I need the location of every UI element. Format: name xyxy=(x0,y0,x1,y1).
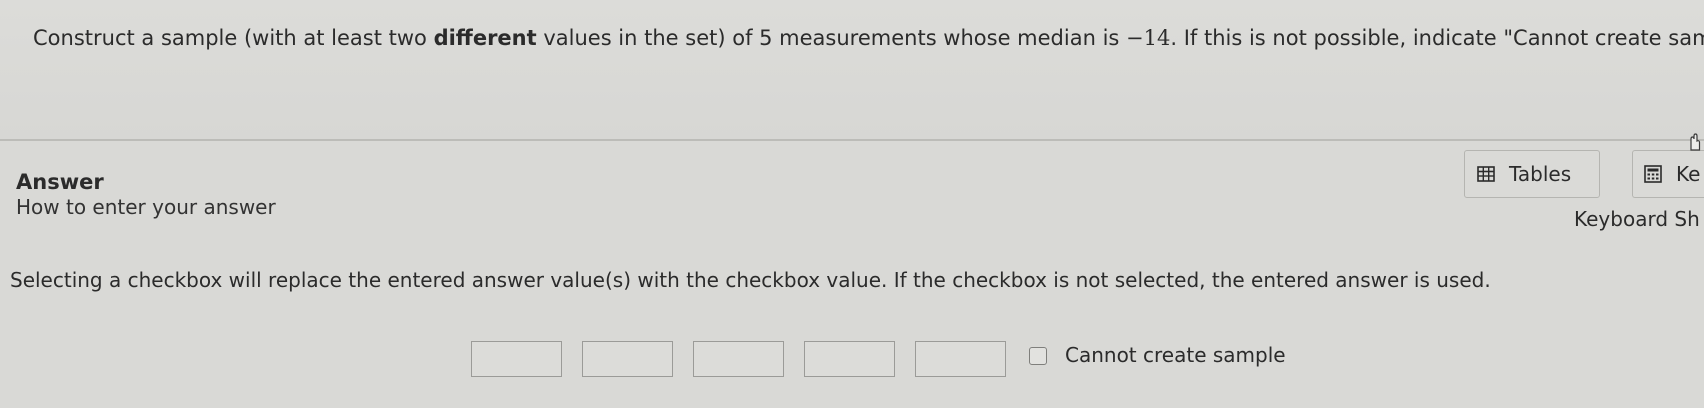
answer-input-3[interactable] xyxy=(693,341,784,377)
answer-input-5[interactable] xyxy=(915,341,1006,377)
tables-button[interactable]: Tables xyxy=(1464,150,1600,198)
answer-input-2[interactable] xyxy=(582,341,673,377)
question-text: Construct a sample (with at least two di… xyxy=(33,26,1704,50)
how-to-enter-answer-link[interactable]: How to enter your answer xyxy=(16,195,276,219)
tables-button-label: Tables xyxy=(1509,162,1572,186)
cannot-create-sample-label[interactable]: Cannot create sample xyxy=(1065,343,1286,367)
answer-heading: Answer xyxy=(16,170,104,194)
table-icon xyxy=(1477,166,1495,182)
keypad-button[interactable]: Ke xyxy=(1632,150,1704,198)
calculator-icon xyxy=(1644,165,1662,183)
question-emphasis: different xyxy=(433,26,537,50)
cannot-create-sample-checkbox[interactable] xyxy=(1029,347,1047,365)
keypad-button-label: Ke xyxy=(1676,162,1701,186)
checkbox-instructions: Selecting a checkbox will replace the en… xyxy=(10,268,1491,292)
answer-input-1[interactable] xyxy=(471,341,562,377)
question-text-part3: . If this is not possible, indicate "Can… xyxy=(1170,26,1704,50)
question-panel: Construct a sample (with at least two di… xyxy=(0,0,1704,141)
hand-cursor-icon xyxy=(1687,133,1701,155)
median-value: −14 xyxy=(1126,26,1171,50)
question-text-part2: values in the set) of 5 measurements who… xyxy=(536,26,1127,50)
question-text-part1: Construct a sample (with at least two xyxy=(33,26,434,50)
answer-input-4[interactable] xyxy=(804,341,895,377)
keyboard-shortcuts-link[interactable]: Keyboard Sh xyxy=(1574,207,1700,231)
